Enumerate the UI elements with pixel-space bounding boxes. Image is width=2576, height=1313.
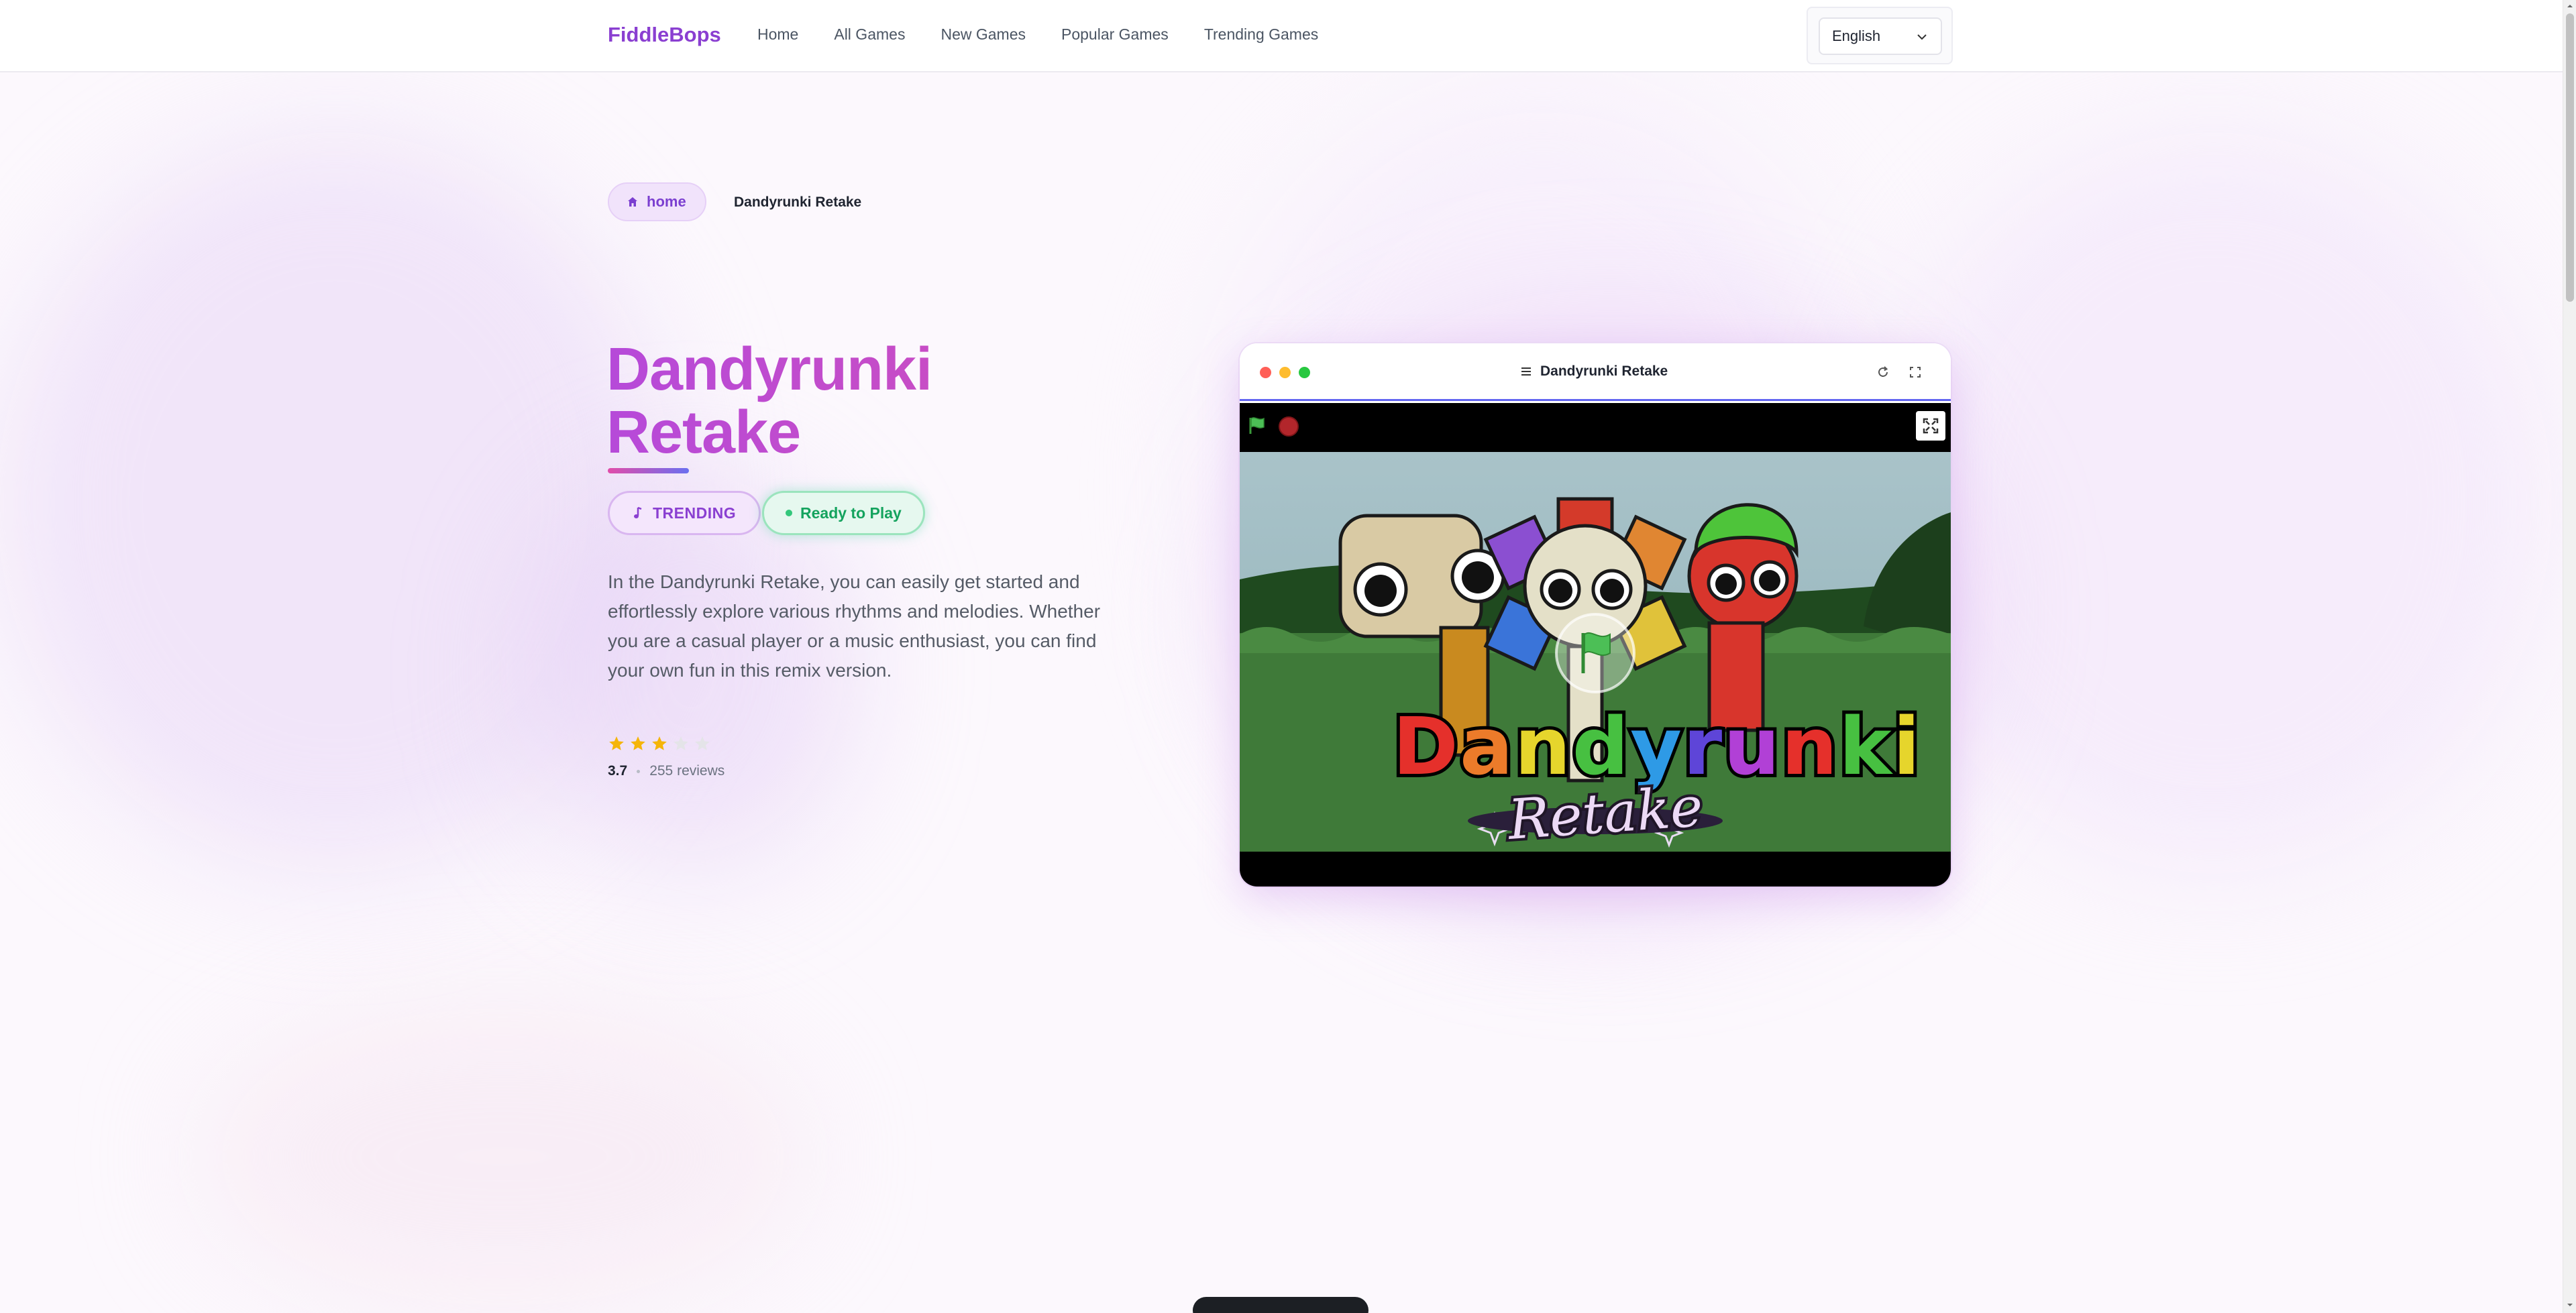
window-close-dot <box>1260 367 1271 378</box>
breadcrumb-current: Dandyrunki Retake <box>734 194 862 210</box>
star-icon <box>631 736 645 750</box>
trending-badge: TRENDING <box>608 491 761 535</box>
page-title: Dandyrunki Retake <box>606 338 1210 464</box>
breadcrumb-home-label: home <box>647 193 686 210</box>
star-icon <box>695 736 710 750</box>
nav-trending-games[interactable]: Trending Games <box>1204 25 1318 44</box>
window-maximize-dot <box>1299 367 1310 378</box>
trending-label: TRENDING <box>653 504 737 522</box>
music-note-icon <box>634 506 642 518</box>
star-icon <box>674 736 688 750</box>
scroll-down-arrow-icon[interactable] <box>2566 1301 2574 1309</box>
star-icon <box>652 736 667 750</box>
game-window-titlebar: Dandyrunki Retake <box>1240 343 1951 401</box>
nav-all-games[interactable]: All Games <box>834 25 905 44</box>
rating-summary: 3.7 255 reviews <box>608 763 724 779</box>
site-header: FiddleBops Home All Games New Games Popu… <box>0 0 2563 72</box>
chevron-down-icon <box>1917 34 1927 40</box>
star-icon <box>609 736 624 750</box>
game-stage[interactable]: Dandyrunki Retake <box>1240 403 1951 887</box>
floating-toolbar[interactable] <box>1193 1297 1368 1313</box>
menu-icon <box>1521 367 1531 376</box>
scroll-thumb[interactable] <box>2566 13 2574 302</box>
scene-subtitle-text: Retake <box>1503 773 1707 852</box>
nav-home[interactable]: Home <box>757 25 798 44</box>
green-flag-icon[interactable] <box>1246 415 1268 437</box>
game-description: In the Dandyrunki Retake, you can easily… <box>608 571 1101 681</box>
nav-popular-games[interactable]: Popular Games <box>1061 25 1169 44</box>
ready-indicator-dot <box>786 510 792 516</box>
breadcrumb-home[interactable]: home <box>608 182 706 221</box>
language-switcher: English <box>1807 7 1953 64</box>
game-title-screen[interactable]: Dandyrunki Retake <box>1240 452 1951 852</box>
reload-icon[interactable] <box>1876 365 1890 380</box>
scroll-up-arrow-icon[interactable] <box>2566 2 2574 10</box>
window-minimize-dot <box>1279 367 1291 378</box>
rating-separator <box>637 769 641 773</box>
star-rating <box>608 735 711 752</box>
home-icon <box>628 197 637 207</box>
stage-fullscreen-button[interactable] <box>1916 411 1945 441</box>
page-scrollbar[interactable] <box>2563 0 2576 1313</box>
expand-icon <box>1923 418 1939 434</box>
ready-label: Ready to Play <box>800 504 902 522</box>
nav-new-games[interactable]: New Games <box>941 25 1026 44</box>
main-nav: Home All Games New Games Popular Games T… <box>757 25 1354 44</box>
game-window: Dandyrunki Retake Dandyrunki Retake <box>1240 343 1951 887</box>
site-logo[interactable]: FiddleBops <box>608 23 721 47</box>
title-line-2: Retake <box>606 399 801 466</box>
stop-icon[interactable] <box>1279 416 1299 437</box>
language-value: English <box>1832 27 1881 44</box>
game-window-title-text: Dandyrunki Retake <box>1540 363 1668 379</box>
title-line-1: Dandyrunki <box>606 336 932 403</box>
title-underline <box>608 468 689 473</box>
fullscreen-icon[interactable] <box>1908 365 1923 380</box>
rating-value: 3.7 <box>608 763 628 779</box>
game-window-title: Dandyrunki Retake <box>1520 363 1668 380</box>
review-count: 255 reviews <box>649 763 725 779</box>
language-select[interactable]: English <box>1819 17 1942 55</box>
ready-badge: Ready to Play <box>762 491 925 535</box>
